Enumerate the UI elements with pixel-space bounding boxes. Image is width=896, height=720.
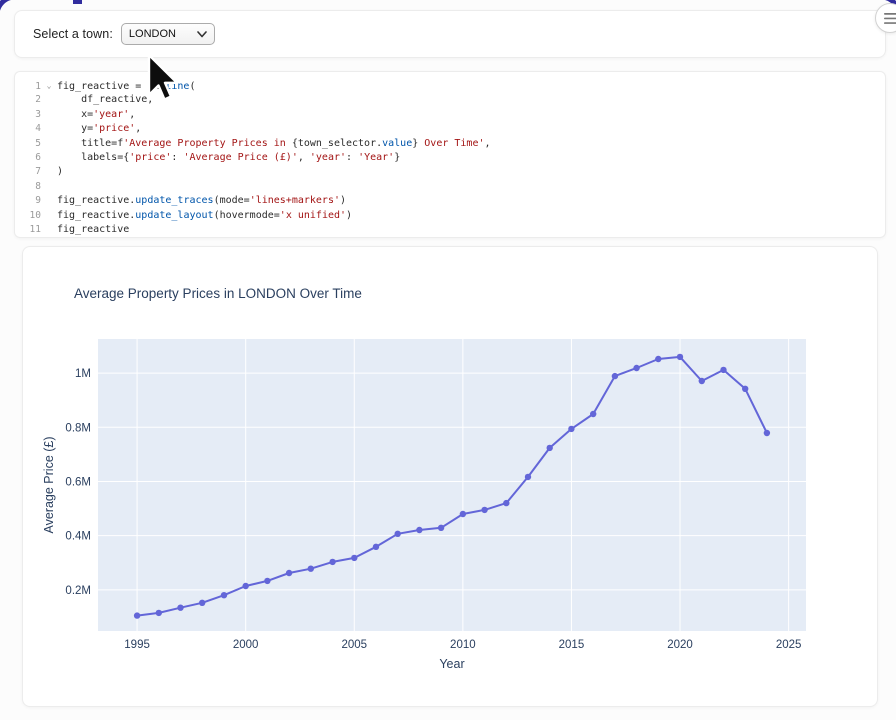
y-tick-label: 0.2M xyxy=(65,585,91,597)
x-tick-label: 2015 xyxy=(559,639,585,651)
data-point[interactable] xyxy=(547,445,553,451)
mouse-cursor-icon xyxy=(146,54,180,106)
line-number: 11 xyxy=(15,223,41,237)
data-point[interactable] xyxy=(525,474,531,480)
data-point[interactable] xyxy=(764,430,770,436)
line-number: 5 xyxy=(15,137,41,151)
data-point[interactable] xyxy=(156,610,162,616)
y-tick-label: 0.6M xyxy=(65,476,91,488)
code-editor[interactable]: 1⌄fig_reactive = px.line(2 df_reactive,3… xyxy=(14,71,886,238)
x-tick-label: 2020 xyxy=(667,639,693,651)
line-number: 2 xyxy=(15,93,41,107)
code-text: labels={'price': 'Average Price (£)', 'y… xyxy=(57,152,400,163)
code-line: 7) xyxy=(15,165,885,179)
frame-corner-top-left xyxy=(0,0,15,16)
chevron-down-icon xyxy=(197,31,207,38)
data-point[interactable] xyxy=(286,570,292,576)
x-axis-title: Year xyxy=(439,657,464,671)
chart-title: Average Property Prices in LONDON Over T… xyxy=(74,286,362,301)
x-tick-label: 2010 xyxy=(450,639,476,651)
data-point[interactable] xyxy=(264,578,270,584)
data-point[interactable] xyxy=(720,367,726,373)
town-select-value: LONDON xyxy=(129,28,176,40)
x-tick-label: 1995 xyxy=(124,639,150,651)
code-text: fig_reactive.update_layout(hovermode='x … xyxy=(57,210,352,221)
data-point[interactable] xyxy=(503,500,509,506)
line-chart: 0.2M 0.4M 0.6M 0.8M 1M 1995 2000 2005 2010 2015 20… xyxy=(23,247,879,706)
code-line: 4 y='price', xyxy=(15,122,885,136)
y-axis-title: Average Price (£) xyxy=(42,436,56,533)
line-number: 3 xyxy=(15,108,41,122)
data-point[interactable] xyxy=(351,555,357,561)
y-tick-label: 1M xyxy=(75,368,91,380)
data-point[interactable] xyxy=(395,531,401,537)
line-number: 4 xyxy=(15,122,41,136)
code-line: 5 title=f'Average Property Prices in {to… xyxy=(15,137,885,151)
code-text: x='year', xyxy=(57,109,135,120)
code-line: 11 fig_reactive xyxy=(15,223,885,237)
code-text: df_reactive, xyxy=(57,94,153,105)
data-point[interactable] xyxy=(329,559,335,565)
town-select-dropdown[interactable]: LONDON xyxy=(121,23,215,45)
code-line: 6 labels={'price': 'Average Price (£)', … xyxy=(15,151,885,165)
chart-output-card: 0.2M 0.4M 0.6M 0.8M 1M 1995 2000 2005 2010 2015 20… xyxy=(22,246,878,707)
code-text: fig_reactive xyxy=(57,224,129,235)
data-point[interactable] xyxy=(568,426,574,432)
data-point[interactable] xyxy=(612,373,618,379)
data-point[interactable] xyxy=(633,365,639,371)
data-point[interactable] xyxy=(655,356,661,362)
line-number: 1 xyxy=(15,80,41,94)
line-number: 6 xyxy=(15,151,41,165)
data-point[interactable] xyxy=(677,354,683,360)
data-point[interactable] xyxy=(308,566,314,572)
x-tick-label: 2000 xyxy=(233,639,259,651)
drag-handle-notch xyxy=(73,0,82,4)
data-point[interactable] xyxy=(590,411,596,417)
line-number: 10 xyxy=(15,209,41,223)
data-point[interactable] xyxy=(416,527,422,533)
line-number: 9 xyxy=(15,194,41,208)
data-point[interactable] xyxy=(742,386,748,392)
y-tick-label: 0.4M xyxy=(65,531,91,543)
data-point[interactable] xyxy=(699,378,705,384)
town-selector-label: Select a town: xyxy=(33,27,113,41)
code-text: fig_reactive.update_traces(mode='lines+m… xyxy=(57,195,346,206)
code-text: ) xyxy=(57,166,63,177)
code-text: title=f'Average Property Prices in {town… xyxy=(57,138,491,149)
code-text: y='price', xyxy=(57,123,141,134)
x-tick-label: 2005 xyxy=(341,639,367,651)
data-point[interactable] xyxy=(373,544,379,550)
code-line: 9 fig_reactive.update_traces(mode='lines+… xyxy=(15,194,885,208)
line-number: 7 xyxy=(15,165,41,179)
code-line: 10 fig_reactive.update_layout(hovermode='… xyxy=(15,209,885,223)
fold-caret-icon[interactable]: ⌄ xyxy=(41,79,57,93)
code-line: 8 xyxy=(15,180,885,194)
data-point[interactable] xyxy=(243,583,249,589)
hamburger-icon xyxy=(884,13,896,24)
data-point[interactable] xyxy=(438,525,444,531)
data-point[interactable] xyxy=(481,507,487,513)
code-line: 3 x='year', xyxy=(15,108,885,122)
data-point[interactable] xyxy=(177,605,183,611)
y-tick-label: 0.8M xyxy=(65,422,91,434)
data-point[interactable] xyxy=(199,600,205,606)
data-point[interactable] xyxy=(221,592,227,598)
line-number: 8 xyxy=(15,180,41,194)
x-tick-label: 2025 xyxy=(776,639,802,651)
town-selector-bar: Select a town: LONDON xyxy=(14,10,886,58)
data-point[interactable] xyxy=(134,612,140,618)
data-point[interactable] xyxy=(460,511,466,517)
